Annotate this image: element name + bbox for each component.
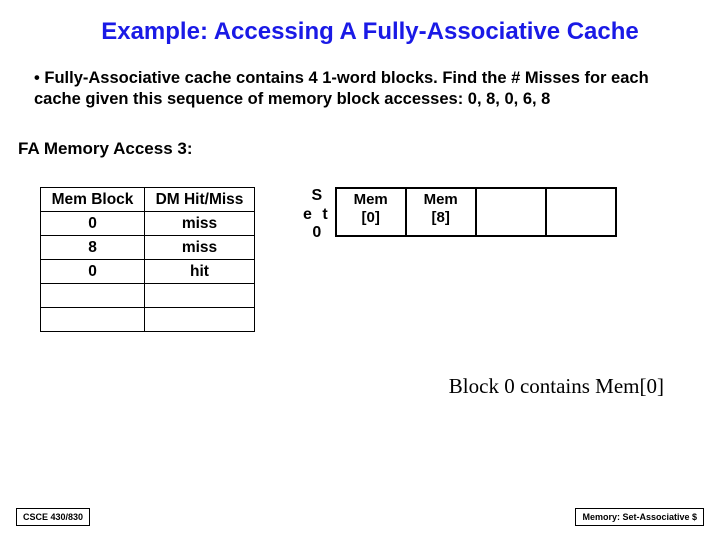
header-hitmiss: DM Hit/Miss — [145, 188, 255, 212]
set-cell — [476, 188, 546, 236]
set-label-line: e t — [303, 206, 331, 224]
set-cell — [546, 188, 616, 236]
set-label-line: 0 — [303, 224, 331, 242]
set-cell: Mem[0] — [336, 188, 406, 236]
table-row: 0 miss — [41, 212, 255, 236]
set-label: S e t 0 — [303, 187, 331, 242]
cell-mb — [41, 308, 145, 332]
bullet-list: Fully-Associative cache contains 4 1-wor… — [0, 46, 720, 109]
subheading: FA Memory Access 3: — [0, 109, 720, 159]
table-row: 8 miss — [41, 236, 255, 260]
set-cell: Mem[8] — [406, 188, 476, 236]
cell-mb — [41, 284, 145, 308]
cell-mb: 8 — [41, 236, 145, 260]
footer: CSCE 430/830 Memory: Set-Associative $ — [0, 508, 720, 526]
table-row: Mem[0] Mem[8] — [336, 188, 616, 236]
header-memblock: Mem Block — [41, 188, 145, 212]
table-row — [41, 308, 255, 332]
access-table: Mem Block DM Hit/Miss 0 miss 8 miss 0 hi… — [40, 187, 255, 332]
set-label-line: S — [303, 187, 331, 205]
cell-mb: 0 — [41, 212, 145, 236]
cell-hm: hit — [145, 260, 255, 284]
cell-hm: miss — [145, 212, 255, 236]
page-title: Example: Accessing A Fully-Associative C… — [0, 0, 720, 46]
caption: Block 0 contains Mem[0] — [0, 332, 720, 399]
footer-left: CSCE 430/830 — [16, 508, 90, 526]
table-row — [41, 284, 255, 308]
table-row: Mem Block DM Hit/Miss — [41, 188, 255, 212]
set-table: Mem[0] Mem[8] — [335, 187, 617, 237]
cache-set-block: S e t 0 Mem[0] Mem[8] — [303, 187, 617, 242]
cell-mb: 0 — [41, 260, 145, 284]
tables-row: Mem Block DM Hit/Miss 0 miss 8 miss 0 hi… — [0, 159, 720, 332]
cell-hm — [145, 308, 255, 332]
footer-right: Memory: Set-Associative $ — [575, 508, 704, 526]
bullet-text: Fully-Associative cache contains 4 1-wor… — [34, 69, 649, 108]
cell-hm — [145, 284, 255, 308]
cell-hm: miss — [145, 236, 255, 260]
table-row: 0 hit — [41, 260, 255, 284]
